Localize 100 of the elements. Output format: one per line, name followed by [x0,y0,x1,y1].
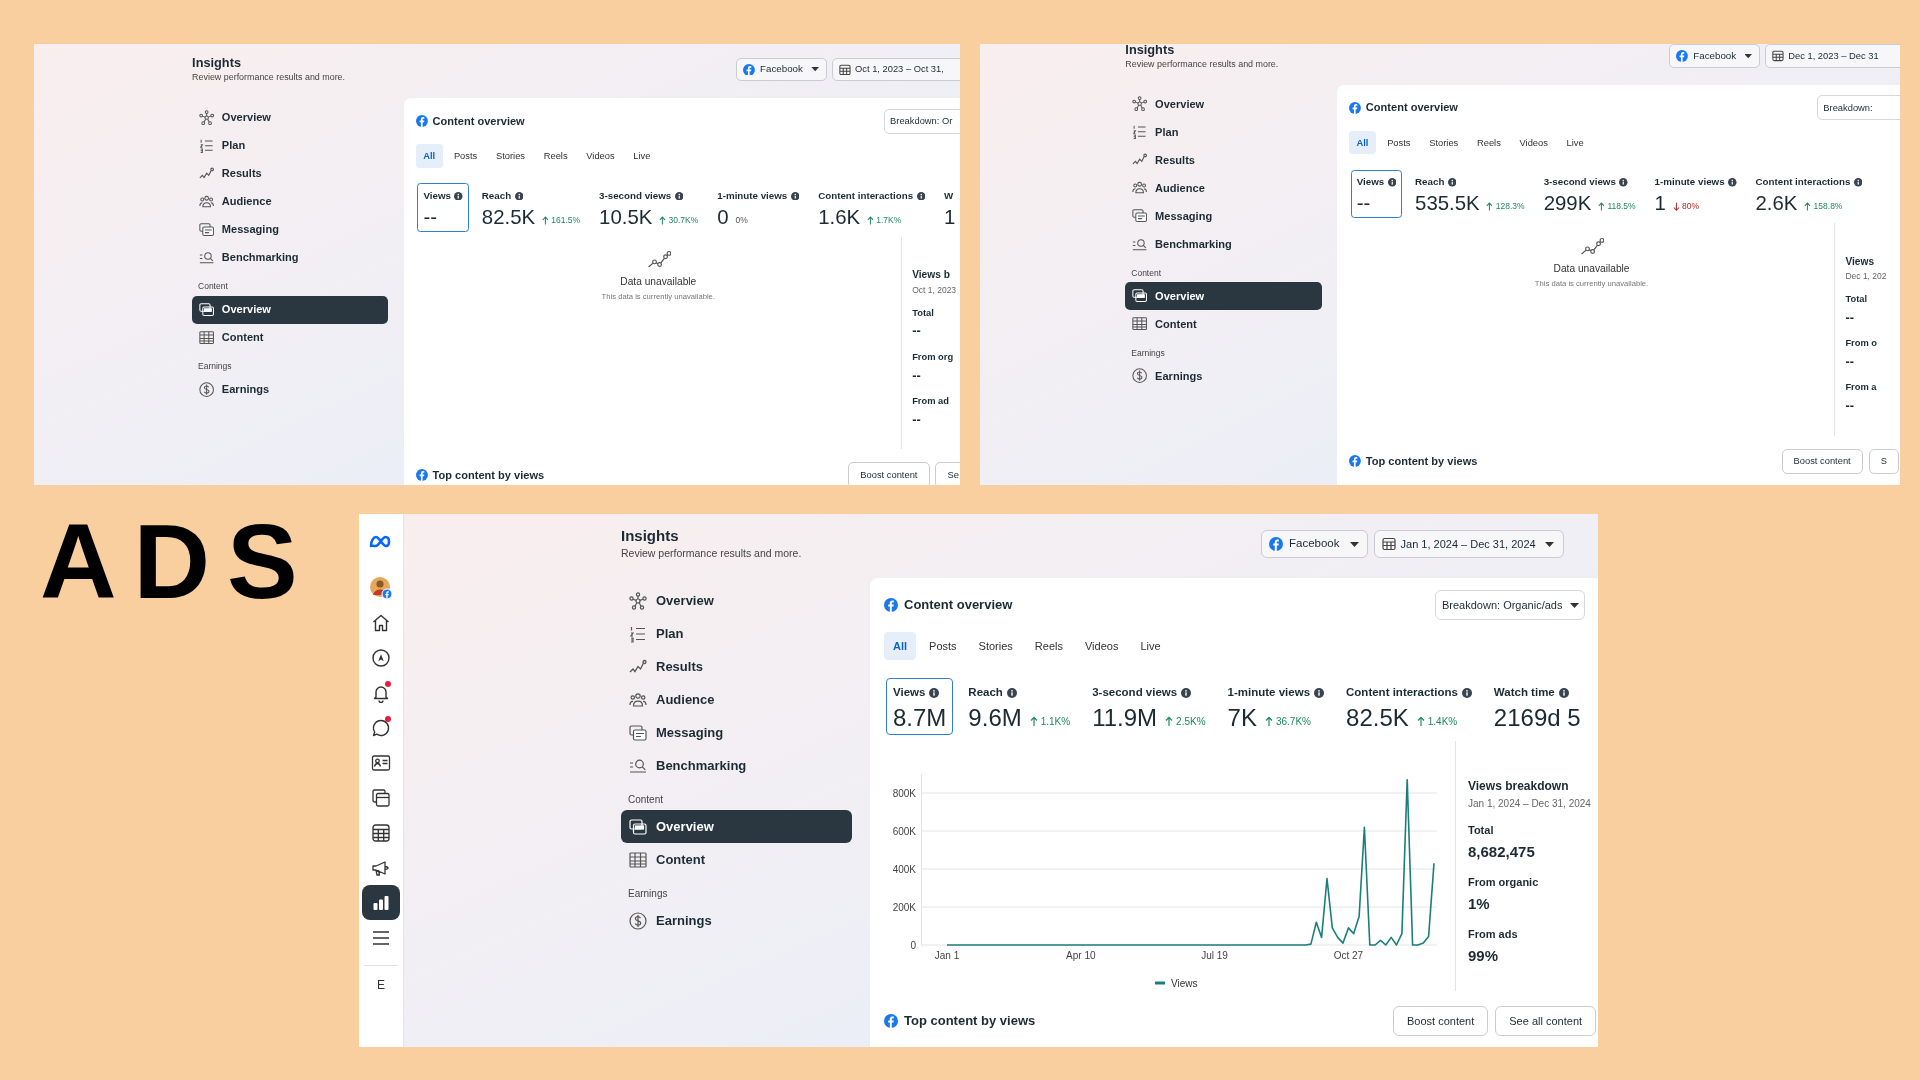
footer-button[interactable]: S [1868,448,1899,475]
footer-button[interactable]: Boost content [848,462,930,485]
metric-tile[interactable]: Watch time 2169d 5 [1486,678,1588,735]
nav-item[interactable]: Plan [621,617,852,650]
nav-item[interactable]: Plan [1125,117,1322,146]
platform-dropdown[interactable]: Facebook [1669,44,1761,68]
nav-item[interactable]: Messaging [192,215,389,244]
tab[interactable]: Stories [488,144,533,169]
tab[interactable]: Live [625,144,659,169]
tab[interactable]: Stories [1421,130,1466,155]
nav-item[interactable]: Messaging [621,716,852,749]
metric-tile[interactable]: Content interactions 2.6K 158.8% [1749,169,1869,219]
metric-tile[interactable]: Views -- [417,183,469,232]
metric-tile[interactable]: 1-minute views 1 80% [1648,169,1743,219]
metric-tile[interactable]: Content interactions 1.6K 1.7K% [812,183,932,232]
nav-item[interactable]: Content [621,843,852,876]
nav-item[interactable]: Overview [192,295,389,324]
breakdown-dropdown[interactable]: Breakdown: [1817,95,1900,121]
tab[interactable]: Posts [920,632,966,660]
empty-state-title: Data unavailable [1553,261,1630,276]
nav-item[interactable]: Benchmarking [1125,230,1322,259]
tab[interactable]: All [415,144,443,169]
metric-tile[interactable]: 3-second views 299K 118.5% [1537,169,1642,219]
breakdown-label: From org [912,350,954,364]
metric-tile[interactable]: W 1 [937,183,960,232]
footer-button[interactable]: Boost content [1781,448,1863,475]
tab[interactable]: Stories [969,632,1022,660]
metric-label: W [944,188,954,203]
nav-item[interactable]: Results [192,159,389,188]
tab[interactable]: Videos [1075,632,1128,660]
tab[interactable]: Reels [536,144,576,169]
nav-item[interactable]: Benchmarking [621,749,852,782]
breakdown-dropdown[interactable]: Breakdown: Organic/ads [1435,590,1585,620]
footer-button[interactable]: Boost content [1393,1006,1489,1036]
platform-dropdown[interactable]: Facebook [736,57,827,82]
people-icon [629,690,647,709]
nav-item[interactable]: Overview [621,810,852,843]
nav-item[interactable]: Results [1125,146,1322,175]
tab[interactable]: All [884,632,917,660]
metric-label: Content interactions [818,188,914,203]
nav-item[interactable]: Overview [621,584,852,617]
metric-change: 80% [1682,200,1700,214]
account-initial[interactable]: E [377,976,385,994]
page-subtitle: Review performance results and more. [1125,57,1279,71]
nav-item[interactable]: Messaging [1125,202,1322,231]
breakdown-date: Dec 1, 202 [1845,270,1887,283]
breakdown-title: Views b [912,268,950,283]
metric-tile[interactable]: 1-minute views 7K 36.7K% [1220,678,1332,735]
bar-chart-button[interactable] [362,885,400,920]
date-range-dropdown[interactable]: Dec 1, 2023 – Dec 31 [1765,44,1900,68]
page-subtitle: Review performance results and more. [192,71,346,85]
facebook-logo-icon [1676,49,1689,62]
tab[interactable]: Posts [1379,130,1419,155]
tab[interactable]: Videos [578,144,623,169]
nav-item[interactable]: Audience [1125,174,1322,203]
metric-value: 82.5K [481,205,536,230]
section-title: Top content by views [1365,454,1478,469]
nav-item[interactable]: Audience [621,683,852,716]
metric-value: 8.7M [893,704,947,733]
date-range-dropdown[interactable]: Oct 1, 2023 – Oct 31, [831,57,960,82]
tab[interactable]: All [1348,130,1377,155]
metric-tile[interactable]: Reach 82.5K 161.5% [475,183,587,232]
tab[interactable]: Live [1558,130,1592,155]
metric-tile[interactable]: Reach 9.6M 1.1K% [961,678,1078,735]
people-icon [198,194,215,210]
tab[interactable]: Reels [1025,632,1072,660]
network-icon [629,591,647,610]
metric-tile[interactable]: 1-minute views 0 0% [711,183,806,232]
nav-item[interactable]: Overview [192,103,389,132]
footer-button[interactable]: See all content [1495,1006,1597,1036]
nav-item[interactable]: Earnings [621,904,852,937]
platform-dropdown[interactable]: Facebook [1261,530,1368,558]
facebook-logo-icon [743,63,755,76]
nav-item[interactable]: Overview [1125,281,1322,310]
metric-value: 535.5K [1415,192,1480,217]
nav-item[interactable]: Earnings [192,375,389,404]
nav-item[interactable]: Content [1125,310,1322,339]
card-title: Content overview [432,114,525,130]
tab[interactable]: Live [1131,632,1170,660]
nav-item[interactable]: Overview [1125,89,1322,118]
metric-tile[interactable]: 3-second views 10.5K 30.7K% [592,183,705,232]
footer-button[interactable]: Se [935,462,960,485]
metric-tile[interactable]: Views 8.7M [886,678,954,735]
tab[interactable]: Videos [1511,130,1556,155]
metric-tile[interactable]: 3-second views 11.9M 2.5K% [1085,678,1213,735]
metric-tile[interactable]: Reach 535.5K 128.3% [1408,169,1531,219]
metric-tile[interactable]: Views -- [1350,169,1403,219]
metric-tile[interactable]: Content interactions 82.5K 1.4K% [1339,678,1479,735]
tab[interactable]: Posts [446,144,485,169]
nav-item[interactable]: Earnings [1125,361,1322,390]
date-range-dropdown[interactable]: Jan 1, 2024 – Dec 31, 2024 [1373,530,1564,558]
metric-value: 1.6K [818,205,861,230]
tab[interactable]: Reels [1469,130,1509,155]
nav-item[interactable]: Audience [192,187,389,216]
nav-item[interactable]: Content [192,323,389,352]
nav-item[interactable]: Plan [192,131,389,160]
empty-state-text: This data is currently unavailable. [1534,277,1649,290]
metric-label: Views [423,188,451,203]
nav-item[interactable]: Results [621,650,852,683]
nav-item[interactable]: Benchmarking [192,243,389,272]
